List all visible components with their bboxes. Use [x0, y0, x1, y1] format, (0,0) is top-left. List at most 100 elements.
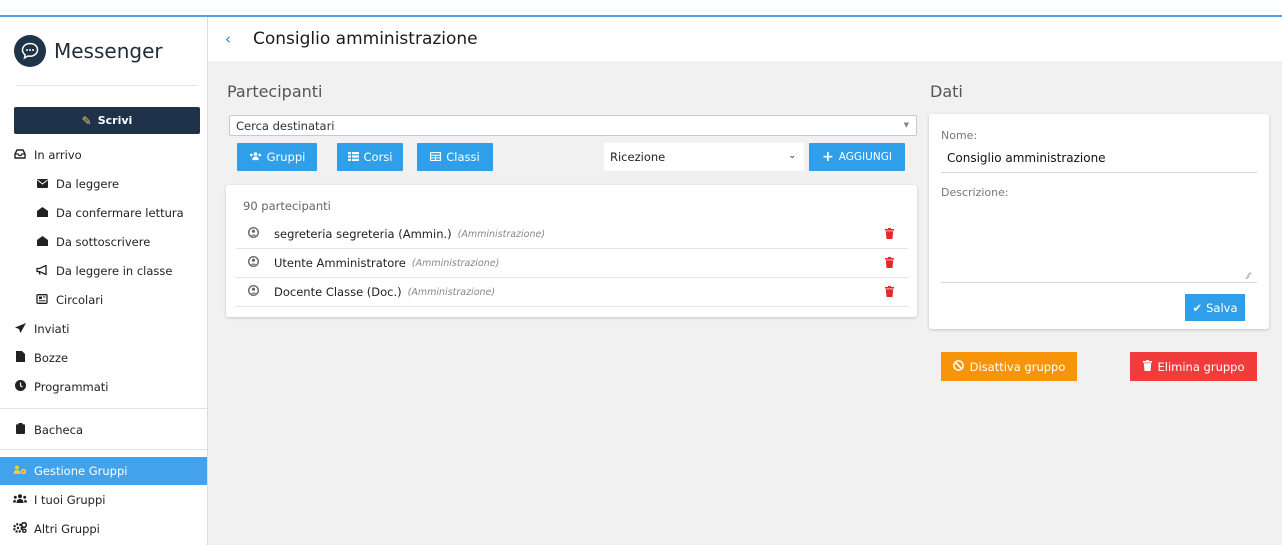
page-title: Consiglio amministrazione	[253, 29, 478, 49]
table-row[interactable]: segreteria segreteria (Ammin.) (Amminist…	[236, 220, 908, 249]
classes-button-label: Classi	[446, 150, 480, 164]
sidebar-item-label: Circolari	[56, 293, 104, 307]
participants-count: 90 partecipanti	[243, 199, 331, 213]
description-textarea[interactable]	[941, 202, 1257, 282]
classes-button[interactable]: Classi	[417, 143, 493, 171]
courses-button-label: Corsi	[363, 150, 393, 164]
sidebar-item-programmati[interactable]: Programmati	[0, 373, 207, 401]
recipient-search-select[interactable]: Cerca destinatari ▼	[229, 115, 917, 136]
clipboard-icon	[13, 423, 27, 437]
participant-role: (Amministrazione)	[457, 228, 546, 240]
pencil-icon: ✎	[81, 113, 92, 128]
envelope-open-icon	[35, 206, 49, 220]
participant-name: Docente Classe (Doc.)	[274, 285, 402, 299]
trash-icon	[1142, 359, 1152, 374]
reception-value: Ricezione	[610, 150, 666, 164]
participants-title: Partecipanti	[227, 82, 323, 101]
sidebar-item-label: I tuoi Gruppi	[34, 493, 106, 507]
save-button[interactable]: ✔ Salva	[1185, 294, 1245, 321]
deactivate-group-button[interactable]: Disattiva gruppo	[941, 352, 1077, 381]
write-button[interactable]: ✎ Scrivi	[14, 107, 200, 134]
sidebar-item-label: Altri Gruppi	[34, 522, 100, 536]
name-field[interactable]: Consiglio amministrazione	[947, 151, 1106, 165]
user-circle-icon	[246, 226, 260, 241]
trash-icon[interactable]	[885, 257, 894, 271]
sidebar-item-label: Gestione Gruppi	[34, 464, 128, 478]
sidebar-item-da-leggere[interactable]: Da leggere	[0, 170, 207, 198]
sidebar-item-label: Da leggere in classe	[56, 264, 173, 278]
search-placeholder: Cerca destinatari	[236, 119, 335, 133]
ban-icon	[952, 359, 964, 374]
participant-role: (Amministrazione)	[411, 257, 500, 269]
table-row[interactable]: Utente Amministratore (Amministrazione)	[236, 249, 908, 278]
add-button[interactable]: + AGGIUNGI	[809, 143, 905, 171]
name-label: Nome:	[941, 129, 978, 142]
deactivate-button-label: Disattiva gruppo	[969, 359, 1066, 374]
save-button-label: Salva	[1206, 300, 1238, 315]
divider	[16, 85, 198, 86]
top-strip	[0, 0, 1282, 17]
write-button-label: Scrivi	[97, 114, 133, 127]
groups-button-label: Gruppi	[266, 150, 306, 164]
divider	[0, 408, 207, 409]
sidebar-item-label: Inviati	[34, 322, 70, 336]
description-label: Descrizione:	[941, 186, 1009, 199]
sidebar-item-label: Da leggere	[56, 177, 120, 191]
divider	[0, 449, 207, 450]
chat-bubble-icon	[14, 35, 46, 67]
sidebar-item-inviati[interactable]: Inviati	[0, 315, 207, 343]
data-title: Dati	[930, 82, 963, 101]
user-circle-icon	[246, 255, 260, 270]
caret-down-icon: ▼	[903, 121, 909, 129]
sidebar-item-circolari[interactable]: Circolari	[0, 286, 207, 314]
cogs-icon	[13, 521, 28, 536]
user-circle-icon	[246, 284, 260, 299]
description-underline	[941, 282, 1257, 283]
resize-handle-icon[interactable]: ⁄⁄	[1247, 272, 1250, 282]
app-name: Messenger	[54, 39, 163, 63]
name-field-underline	[941, 172, 1257, 173]
page-header: ‹ Consiglio amministrazione	[208, 17, 1282, 61]
groups-button[interactable]: Gruppi	[237, 143, 317, 171]
delete-group-button[interactable]: Elimina gruppo	[1130, 352, 1257, 381]
sidebar-item-label: Bacheca	[34, 423, 83, 437]
participant-name: segreteria segreteria (Ammin.)	[274, 227, 452, 241]
trash-icon[interactable]	[885, 228, 894, 242]
brand[interactable]: Messenger	[14, 35, 163, 67]
sidebar-item-altri-gruppi[interactable]: Altri Gruppi	[0, 515, 207, 543]
users-icon	[249, 150, 262, 164]
courses-button[interactable]: Corsi	[337, 143, 403, 171]
plus-icon: +	[822, 149, 834, 165]
table-icon	[430, 150, 442, 164]
sidebar-item-gestione-gruppi[interactable]: Gestione Gruppi	[0, 457, 207, 485]
envelope-icon	[35, 178, 49, 191]
sidebar-item-bozze[interactable]: Bozze	[0, 344, 207, 372]
trash-icon[interactable]	[885, 286, 894, 300]
sidebar-item-da-sottoscrivere[interactable]: Da sottoscrivere	[0, 228, 207, 256]
add-button-label: AGGIUNGI	[838, 151, 892, 163]
users-cog-icon	[13, 465, 27, 478]
paper-plane-icon	[13, 322, 27, 336]
sidebar-item-da-leggere-in-classe[interactable]: Da leggere in classe	[0, 257, 207, 285]
sidebar-item-i-tuoi-gruppi[interactable]: I tuoi Gruppi	[0, 486, 207, 514]
sidebar-item-bacheca[interactable]: Bacheca	[0, 416, 207, 444]
clock-icon	[13, 380, 27, 394]
participant-name: Utente Amministratore	[274, 256, 406, 270]
reception-select[interactable]: Ricezione ⌄	[604, 143, 804, 171]
inbox-icon	[13, 148, 27, 162]
users-icon	[13, 493, 27, 507]
megaphone-icon	[35, 263, 49, 278]
participant-role: (Amministrazione)	[407, 286, 496, 298]
sidebar-item-da-confermare-lettura[interactable]: Da confermare lettura	[0, 199, 207, 227]
envelope-open-icon	[35, 235, 49, 249]
newspaper-icon	[35, 293, 49, 307]
file-icon	[13, 351, 27, 365]
delete-button-label: Elimina gruppo	[1157, 359, 1245, 374]
sidebar-item-label: Programmati	[34, 380, 109, 394]
chevron-left-icon[interactable]: ‹	[221, 30, 235, 48]
table-row[interactable]: Docente Classe (Doc.) (Amministrazione)	[236, 278, 908, 307]
list-icon	[347, 150, 359, 164]
sidebar-item-in-arrivo[interactable]: In arrivo	[0, 141, 207, 169]
chevron-down-icon: ⌄	[788, 151, 796, 161]
sidebar-item-label: Da sottoscrivere	[56, 235, 151, 249]
